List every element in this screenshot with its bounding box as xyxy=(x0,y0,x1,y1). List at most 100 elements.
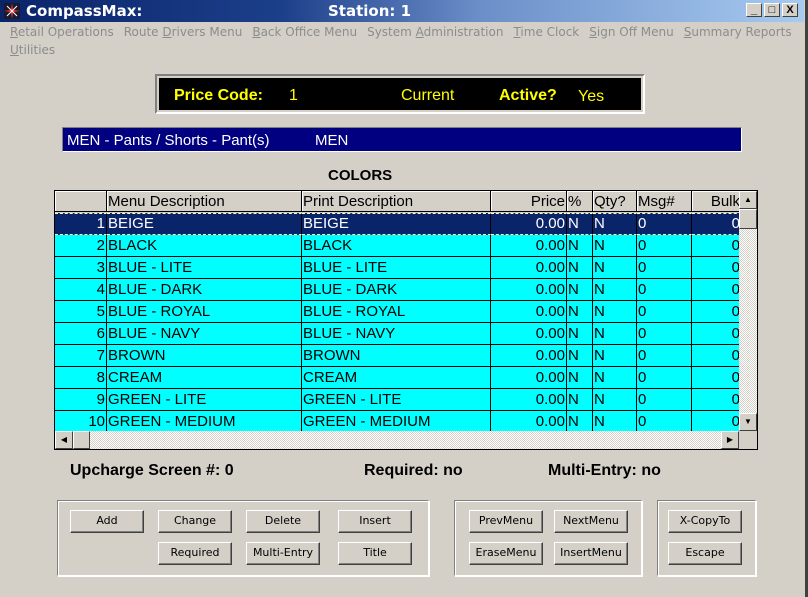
cell-msg[interactable]: 0 xyxy=(637,257,692,279)
column-header-print-description[interactable]: Print Description xyxy=(302,191,491,212)
cell-msg[interactable]: 0 xyxy=(637,279,692,301)
copy-to-button[interactable]: X-CopyTo xyxy=(668,510,742,533)
cell-pct[interactable]: N xyxy=(567,411,593,433)
delete-button[interactable]: Delete xyxy=(246,510,320,533)
cell-pct[interactable]: N xyxy=(567,301,593,323)
column-header-msg[interactable]: Msg# xyxy=(637,191,692,212)
cell-msg[interactable]: 0 xyxy=(637,389,692,411)
table-row[interactable]: 2 BLACK BLACK 0.00 N N 0 0 xyxy=(55,235,742,257)
horizontal-scrollbar[interactable]: ◀ ▶ xyxy=(55,431,739,449)
cell-menu[interactable]: BLUE - NAVY xyxy=(107,323,302,345)
prev-menu-button[interactable]: PrevMenu xyxy=(469,510,543,533)
table-row[interactable]: 3 BLUE - LITE BLUE - LITE 0.00 N N 0 0 xyxy=(55,257,742,279)
cell-print[interactable]: BLACK xyxy=(302,235,491,257)
cell-print[interactable]: BLUE - DARK xyxy=(302,279,491,301)
cell-pct[interactable]: N xyxy=(567,257,593,279)
cell-num[interactable]: 10 xyxy=(55,411,107,433)
cell-msg[interactable]: 0 xyxy=(637,323,692,345)
cell-print[interactable]: BLUE - NAVY xyxy=(302,323,491,345)
cell-price[interactable]: 0.00 xyxy=(491,301,567,323)
cell-num[interactable]: 8 xyxy=(55,367,107,389)
cell-num[interactable]: 5 xyxy=(55,301,107,323)
cell-bulk[interactable]: 0 xyxy=(692,235,742,257)
next-menu-button[interactable]: NextMenu xyxy=(554,510,628,533)
colors-grid[interactable]: Menu Description Print Description Price… xyxy=(54,190,758,450)
column-header-percent[interactable]: % xyxy=(567,191,593,212)
scroll-left-button[interactable]: ◀ xyxy=(55,431,73,449)
cell-menu[interactable]: BLACK xyxy=(107,235,302,257)
table-row[interactable]: 5 BLUE - ROYAL BLUE - ROYAL 0.00 N N 0 0 xyxy=(55,301,742,323)
vertical-scroll-thumb[interactable] xyxy=(739,209,757,229)
cell-qty[interactable]: N xyxy=(593,367,637,389)
cell-pct[interactable]: N xyxy=(567,345,593,367)
table-row[interactable]: 6 BLUE - NAVY BLUE - NAVY 0.00 N N 0 0 xyxy=(55,323,742,345)
cell-print[interactable]: CREAM xyxy=(302,367,491,389)
cell-menu[interactable]: CREAM xyxy=(107,367,302,389)
cell-bulk[interactable]: 0 xyxy=(692,345,742,367)
insert-menu-button[interactable]: InsertMenu xyxy=(554,542,628,565)
cell-bulk[interactable]: 0 xyxy=(692,323,742,345)
cell-num[interactable]: 9 xyxy=(55,389,107,411)
cell-price[interactable]: 0.00 xyxy=(491,235,567,257)
cell-menu[interactable]: BLUE - LITE xyxy=(107,257,302,279)
cell-bulk[interactable]: 0 xyxy=(692,301,742,323)
cell-bulk[interactable]: 0 xyxy=(692,279,742,301)
column-header-qty[interactable]: Qty? xyxy=(593,191,637,212)
cell-qty[interactable]: N xyxy=(593,301,637,323)
cell-qty[interactable]: N xyxy=(593,389,637,411)
menu-item-time-clock[interactable]: Time Clock xyxy=(513,25,579,39)
cell-pct[interactable]: N xyxy=(567,389,593,411)
menu-item-back-office-menu[interactable]: Back Office Menu xyxy=(252,25,357,39)
erase-menu-button[interactable]: EraseMenu xyxy=(469,542,543,565)
cell-price[interactable]: 0.00 xyxy=(491,257,567,279)
escape-button[interactable]: Escape xyxy=(668,542,742,565)
menu-item-retail-operations[interactable]: Retail Operations xyxy=(10,25,114,39)
cell-pct[interactable]: N xyxy=(567,279,593,301)
cell-print[interactable]: BEIGE xyxy=(302,213,491,235)
cell-menu[interactable]: BROWN xyxy=(107,345,302,367)
cell-msg[interactable]: 0 xyxy=(637,301,692,323)
cell-menu[interactable]: BEIGE xyxy=(107,213,302,235)
scroll-up-button[interactable]: ▲ xyxy=(739,191,757,209)
title-button[interactable]: Title xyxy=(338,542,412,565)
cell-qty[interactable]: N xyxy=(593,235,637,257)
vertical-scrollbar[interactable]: ▲ ▼ xyxy=(739,191,757,433)
cell-num[interactable]: 2 xyxy=(55,235,107,257)
scroll-right-button[interactable]: ▶ xyxy=(721,431,739,449)
cell-print[interactable]: BROWN xyxy=(302,345,491,367)
cell-num[interactable]: 6 xyxy=(55,323,107,345)
cell-msg[interactable]: 0 xyxy=(637,345,692,367)
insert-button[interactable]: Insert xyxy=(338,510,412,533)
cell-pct[interactable]: N xyxy=(567,323,593,345)
cell-bulk[interactable]: 0 xyxy=(692,411,742,433)
cell-qty[interactable]: N xyxy=(593,411,637,433)
table-row[interactable]: 10 GREEN - MEDIUM GREEN - MEDIUM 0.00 N N 0 0 xyxy=(55,411,742,433)
required-button[interactable]: Required xyxy=(158,542,232,565)
cell-pct[interactable]: N xyxy=(567,235,593,257)
cell-print[interactable]: GREEN - MEDIUM xyxy=(302,411,491,433)
cell-price[interactable]: 0.00 xyxy=(491,323,567,345)
cell-price[interactable]: 0.00 xyxy=(491,279,567,301)
cell-price[interactable]: 0.00 xyxy=(491,213,567,235)
cell-msg[interactable]: 0 xyxy=(637,213,692,235)
cell-menu[interactable]: BLUE - ROYAL xyxy=(107,301,302,323)
cell-price[interactable]: 0.00 xyxy=(491,389,567,411)
cell-num[interactable]: 7 xyxy=(55,345,107,367)
cell-qty[interactable]: N xyxy=(593,213,637,235)
column-header-menu-description[interactable]: Menu Description xyxy=(107,191,302,212)
column-header-num[interactable] xyxy=(55,191,107,212)
menu-item-summary-reports[interactable]: Summary Reports xyxy=(684,25,792,39)
cell-bulk[interactable]: 0 xyxy=(692,257,742,279)
cell-qty[interactable]: N xyxy=(593,345,637,367)
cell-num[interactable]: 3 xyxy=(55,257,107,279)
cell-print[interactable]: BLUE - LITE xyxy=(302,257,491,279)
close-button[interactable]: X xyxy=(782,3,798,17)
cell-print[interactable]: BLUE - ROYAL xyxy=(302,301,491,323)
cell-num[interactable]: 4 xyxy=(55,279,107,301)
cell-qty[interactable]: N xyxy=(593,323,637,345)
table-row[interactable]: 8 CREAM CREAM 0.00 N N 0 0 xyxy=(55,367,742,389)
maximize-button[interactable]: □ xyxy=(764,3,780,17)
table-row[interactable]: 1 BEIGE BEIGE 0.00 N N 0 0 xyxy=(55,213,742,235)
cell-print[interactable]: GREEN - LITE xyxy=(302,389,491,411)
cell-qty[interactable]: N xyxy=(593,257,637,279)
